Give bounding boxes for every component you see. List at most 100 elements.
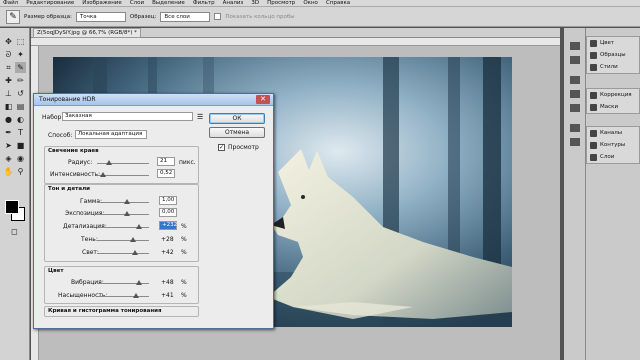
gamma-slider-knob[interactable] (124, 199, 130, 204)
radius-input[interactable]: 21 (157, 157, 175, 166)
panel-masks[interactable]: Маски (587, 101, 639, 113)
shadow-slider[interactable] (97, 240, 149, 241)
clone-source-icon[interactable] (570, 104, 580, 112)
foreground-color-swatch[interactable] (5, 200, 19, 214)
marquee-tool-icon[interactable]: ⬚ (15, 36, 26, 47)
shadow-unit: % (181, 236, 187, 243)
vibrance-slider-knob[interactable] (136, 280, 142, 285)
panel-color[interactable]: Цвет (587, 37, 639, 49)
menu-edit[interactable]: Редактирование (26, 0, 74, 6)
menu-layers[interactable]: Слои (130, 0, 144, 6)
menu-analysis[interactable]: Анализ (223, 0, 244, 6)
zoom-tool-icon[interactable]: ⚲ (15, 166, 26, 177)
panel-swatches[interactable]: Образцы (587, 49, 639, 61)
document-tab[interactable]: Z(5oqJDySiY.jpg @ 66,7% (RGB/8*) * (33, 28, 141, 38)
healing-brush-icon[interactable]: ✚ (3, 75, 14, 86)
paragraph-panel-icon[interactable] (570, 138, 580, 146)
close-icon[interactable]: ✕ (256, 95, 270, 104)
pen-tool-icon[interactable]: ✒ (3, 127, 14, 138)
panel-styles[interactable]: Стили (587, 61, 639, 73)
method-label: Способ: (48, 132, 73, 139)
preview-checkbox[interactable]: ✓ (218, 144, 225, 151)
options-bar: ✎ Размер образца: Точка Образец: Все сло… (0, 7, 640, 27)
hand-tool-icon[interactable]: ✋ (3, 166, 14, 177)
move-tool-icon[interactable]: ✥ (3, 36, 14, 47)
history-brush-icon[interactable]: ↺ (15, 88, 26, 99)
menu-view[interactable]: Просмотр (267, 0, 295, 6)
cancel-button[interactable]: Отмена (209, 127, 265, 138)
eraser-tool-icon[interactable]: ◧ (3, 101, 14, 112)
crop-tool-icon[interactable]: ⌗ (3, 62, 14, 73)
strength-input[interactable]: 0,52 (157, 169, 175, 178)
menu-bar: Файл Редактирование Изображение Слои Выд… (0, 0, 640, 7)
3d-rotate-icon[interactable]: ◈ (3, 153, 14, 164)
edge-glow-title[interactable]: Свечение краев (48, 148, 99, 154)
masks-panel-icon (590, 103, 597, 111)
saturation-input[interactable]: +41 (161, 292, 174, 299)
method-select[interactable]: Локальная адаптация (75, 130, 147, 139)
brush-tool-icon[interactable]: ✏ (15, 75, 26, 86)
menu-3d[interactable]: 3D (251, 0, 259, 6)
vibrance-input[interactable]: +48 (161, 279, 174, 286)
tone-detail-title[interactable]: Тон и детали (48, 186, 90, 192)
preset-menu-icon[interactable]: ☰ (197, 113, 203, 121)
highlight-slider-knob[interactable] (132, 250, 138, 255)
radius-slider[interactable] (97, 163, 149, 164)
history-panel-icon[interactable] (570, 42, 580, 50)
lasso-tool-icon[interactable]: ᘐ (3, 49, 14, 60)
exposure-input[interactable]: 0,00 (159, 208, 177, 217)
sample-size-select[interactable]: Точка (75, 11, 126, 22)
highlight-slider[interactable] (97, 253, 149, 254)
menu-window[interactable]: Окно (303, 0, 318, 6)
color-section-title[interactable]: Цвет (48, 268, 64, 274)
sample-select[interactable]: Все слои (160, 11, 211, 22)
show-ring-checkbox[interactable] (214, 13, 222, 20)
horizontal-ruler[interactable] (31, 38, 560, 46)
ok-button[interactable]: ОК (209, 113, 265, 124)
quick-select-icon[interactable]: ✦ (15, 49, 26, 60)
shape-tool-icon[interactable]: ■ (15, 140, 26, 151)
gamma-slider[interactable] (97, 202, 149, 203)
radius-slider-knob[interactable] (106, 160, 112, 165)
adjustments-panel-icon (590, 91, 597, 99)
strength-slider-knob[interactable] (100, 172, 106, 177)
panel-paths[interactable]: Контуры (587, 139, 639, 151)
shadow-slider-knob[interactable] (130, 237, 136, 242)
dialog-title-bar[interactable]: Тонирование HDR ✕ (34, 94, 273, 106)
quick-mask-icon[interactable]: ◻ (9, 226, 20, 237)
radius-unit: пикс. (179, 159, 196, 166)
character-panel-icon[interactable] (570, 124, 580, 132)
highlight-input[interactable]: +42 (161, 249, 174, 256)
panel-adjustments[interactable]: Коррекция (587, 89, 639, 101)
menu-help[interactable]: Справка (326, 0, 350, 6)
type-tool-icon[interactable]: T (15, 127, 26, 138)
dodge-tool-icon[interactable]: ◐ (15, 114, 26, 125)
panel-layers[interactable]: Слои (587, 151, 639, 163)
hdr-toning-dialog: Тонирование HDR ✕ Набор: Заказная ☰ Спос… (33, 93, 274, 329)
path-select-icon[interactable]: ➤ (3, 140, 14, 151)
eyedropper-tool-icon[interactable]: ✎ (15, 62, 26, 73)
3d-camera-icon[interactable]: ◉ (15, 153, 26, 164)
menu-image[interactable]: Изображение (82, 0, 122, 6)
exposure-slider-knob[interactable] (124, 211, 130, 216)
preset-select[interactable]: Заказная (62, 112, 193, 121)
saturation-slider[interactable] (97, 296, 149, 297)
tool-presets-icon[interactable] (570, 76, 580, 84)
detail-slider-knob[interactable] (136, 224, 142, 229)
gradient-tool-icon[interactable]: ▤ (15, 101, 26, 112)
blur-tool-icon[interactable]: ● (3, 114, 14, 125)
panel-channels[interactable]: Каналы (587, 127, 639, 139)
menu-filter[interactable]: Фильтр (193, 0, 215, 6)
shadow-input[interactable]: +28 (161, 236, 174, 243)
saturation-slider-knob[interactable] (133, 293, 139, 298)
detail-input[interactable]: +232 (159, 221, 177, 230)
curve-section-title[interactable]: Кривая и гистограмма тонирования (48, 308, 162, 314)
actions-panel-icon[interactable] (570, 56, 580, 64)
menu-file[interactable]: Файл (3, 0, 18, 6)
brushes-panel-icon[interactable] (570, 90, 580, 98)
eyedropper-icon[interactable]: ✎ (6, 9, 20, 24)
gamma-input[interactable]: 1,00 (159, 196, 177, 205)
menu-select[interactable]: Выделение (152, 0, 185, 6)
clone-stamp-icon[interactable]: ⊥ (3, 88, 14, 99)
exposure-slider[interactable] (97, 214, 149, 215)
